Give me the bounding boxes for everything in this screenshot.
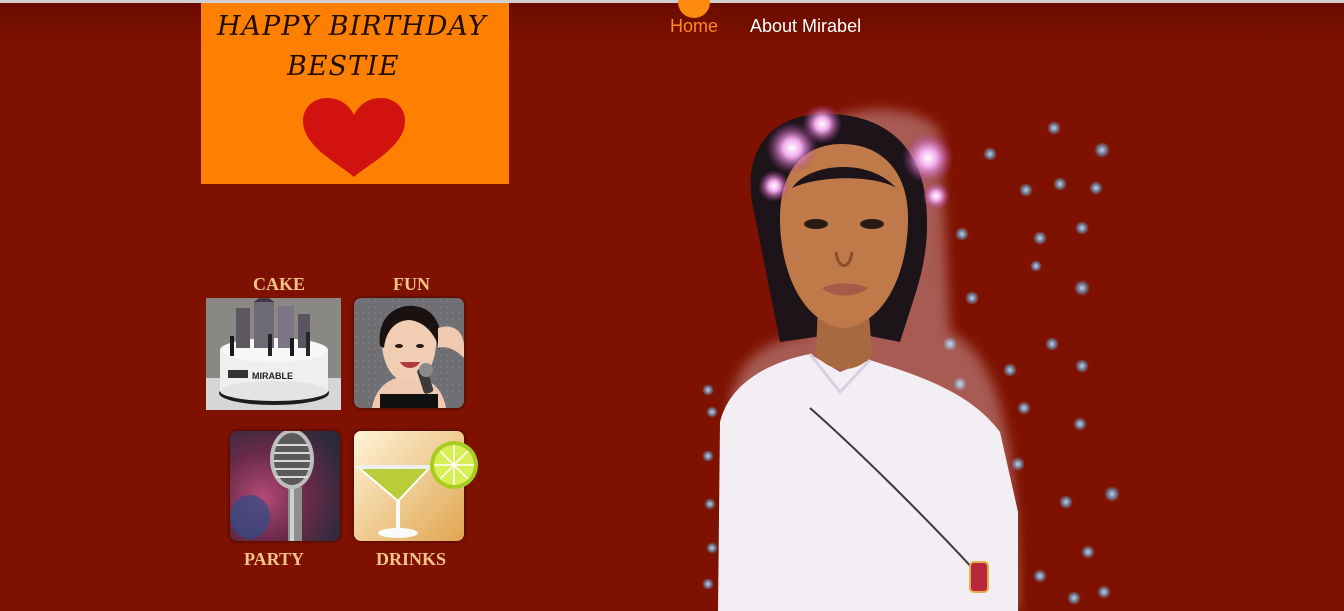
cocktail-image[interactable] bbox=[354, 431, 478, 541]
caption-fun: FUN bbox=[393, 274, 430, 294]
main-nav: Home About Mirabel bbox=[670, 16, 861, 37]
cake-text: MIRABLE bbox=[252, 371, 293, 381]
caption-cake: CAKE bbox=[253, 274, 306, 294]
banner-title-line2: BESTIE bbox=[287, 51, 400, 82]
caption-party: PARTY bbox=[244, 549, 305, 569]
birthday-banner: HAPPY BIRTHDAY BESTIE bbox=[201, 3, 509, 184]
heart-icon bbox=[303, 98, 405, 177]
nav-home-link[interactable]: Home bbox=[670, 16, 718, 37]
cake-image[interactable]: MIRABLE bbox=[206, 298, 341, 410]
microphone-image[interactable] bbox=[230, 431, 340, 541]
mirabel-portrait bbox=[718, 104, 1019, 611]
caption-drinks: DRINKS bbox=[376, 549, 447, 569]
nav-about-link[interactable]: About Mirabel bbox=[750, 16, 861, 37]
banner-title-line1: HAPPY BIRTHDAY bbox=[217, 11, 487, 42]
singer-girl-image[interactable] bbox=[354, 298, 464, 408]
